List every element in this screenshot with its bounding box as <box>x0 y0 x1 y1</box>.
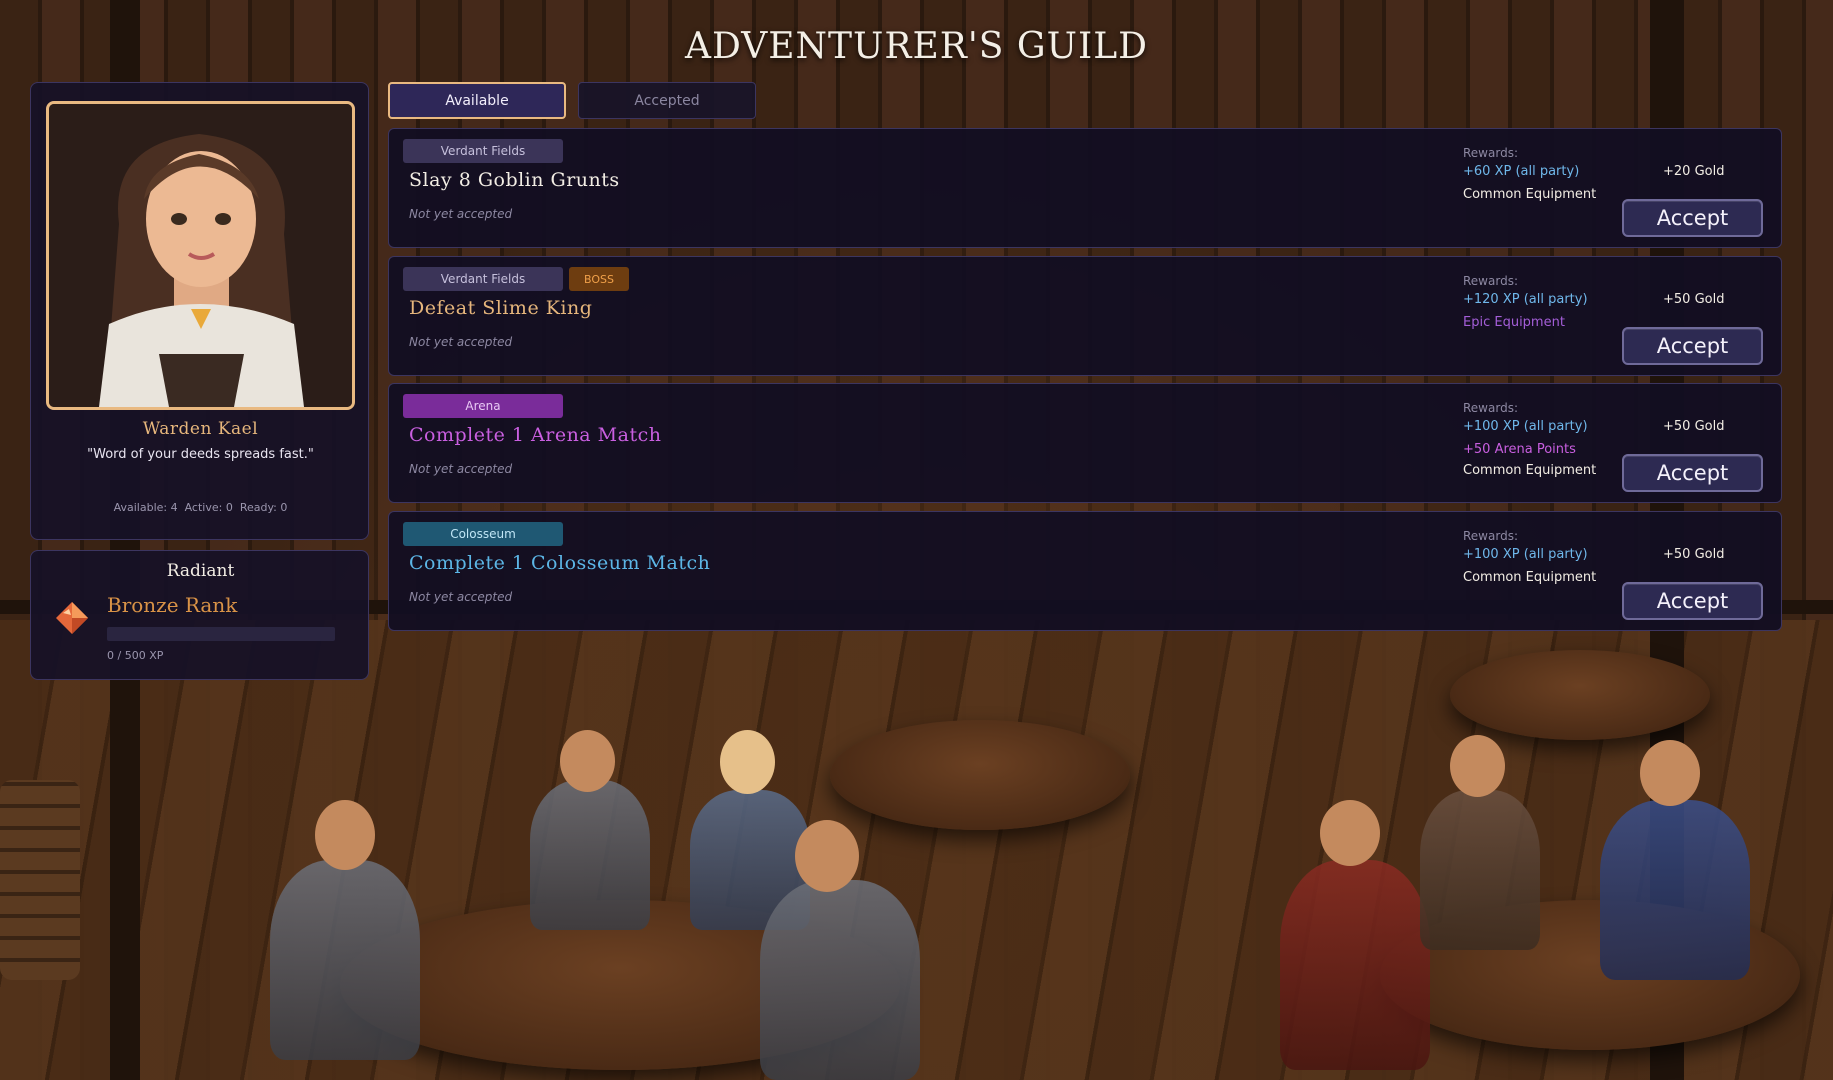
reward-arena-points: +50 Arena Points <box>1463 442 1576 457</box>
reward-xp: +60 XP (all party) <box>1463 164 1580 179</box>
rewards-label: Rewards: <box>1463 274 1518 288</box>
quest-title: Complete 1 Arena Match <box>409 424 662 446</box>
boss-tag: BOSS <box>569 267 629 291</box>
tab-available[interactable]: Available <box>388 82 566 119</box>
rewards-label: Rewards: <box>1463 146 1518 160</box>
quest-card: Verdant Fields BOSS Defeat Slime King No… <box>388 256 1782 376</box>
quest-card: Colosseum Complete 1 Colosseum Match Not… <box>388 511 1782 631</box>
reward-xp: +100 XP (all party) <box>1463 419 1588 434</box>
quest-title: Complete 1 Colosseum Match <box>409 552 711 574</box>
npc-name: Warden Kael <box>142 419 259 439</box>
npc-portrait <box>46 101 355 410</box>
patron-figure <box>1600 800 1750 980</box>
arena-tag: Arena <box>403 394 563 418</box>
quest-title: Defeat Slime King <box>409 297 593 319</box>
rewards-label: Rewards: <box>1463 401 1518 415</box>
quest-card: Verdant Fields Slay 8 Goblin Grunts Not … <box>388 128 1782 248</box>
rewards-label: Rewards: <box>1463 529 1518 543</box>
rank-progress-bar <box>107 627 335 641</box>
reward-gold: +20 Gold <box>1663 164 1725 179</box>
quest-status: Not yet accepted <box>409 207 513 221</box>
reward-gold: +50 Gold <box>1663 419 1725 434</box>
region-tag: Verdant Fields <box>403 139 563 163</box>
patron-head <box>1320 800 1380 866</box>
patron-figure <box>1280 860 1430 1070</box>
patron-head <box>560 730 615 792</box>
npc-portrait-art <box>49 104 352 407</box>
patron-head <box>1450 735 1505 797</box>
patron-head <box>720 730 775 794</box>
reward-xp: +120 XP (all party) <box>1463 292 1588 307</box>
accept-button[interactable]: Accept <box>1622 454 1763 492</box>
quest-title: Slay 8 Goblin Grunts <box>409 169 620 191</box>
reward-item: Common Equipment <box>1463 570 1597 585</box>
patron-head <box>1640 740 1700 806</box>
reward-item: Common Equipment <box>1463 463 1597 478</box>
tavern-table <box>830 720 1130 830</box>
rank-xp-text: 0 / 500 XP <box>107 649 164 662</box>
rank-title: Radiant <box>166 561 235 581</box>
quest-card: Arena Complete 1 Arena Match Not yet acc… <box>388 383 1782 503</box>
reward-xp: +100 XP (all party) <box>1463 547 1588 562</box>
patron-figure <box>530 780 650 930</box>
accept-button[interactable]: Accept <box>1622 582 1763 620</box>
tavern-table <box>1450 650 1710 740</box>
accept-button[interactable]: Accept <box>1622 199 1763 237</box>
quest-status: Not yet accepted <box>409 590 513 604</box>
page-title: ADVENTURER'S GUILD <box>685 26 1148 67</box>
patron-figure <box>760 880 920 1080</box>
colosseum-tag: Colosseum <box>403 522 563 546</box>
reward-item: Epic Equipment <box>1463 315 1565 330</box>
reward-gold: +50 Gold <box>1663 292 1725 307</box>
patron-head <box>795 820 859 892</box>
quest-status: Not yet accepted <box>409 462 513 476</box>
barrel <box>0 780 80 980</box>
quest-status: Not yet accepted <box>409 335 513 349</box>
npc-panel: Warden Kael "Word of your deeds spreads … <box>30 82 369 540</box>
rank-name: Bronze Rank <box>107 593 238 617</box>
patron-figure <box>270 860 420 1060</box>
reward-gold: +50 Gold <box>1663 547 1725 562</box>
patron-figure <box>1420 790 1540 950</box>
reward-item: Common Equipment <box>1463 187 1597 202</box>
rank-panel: Radiant Bronze Rank 0 / 500 XP <box>30 550 369 680</box>
accept-button[interactable]: Accept <box>1622 327 1763 365</box>
orange-gem-icon <box>56 602 88 634</box>
quest-stats: Available: 4 Active: 0 Ready: 0 <box>113 501 288 514</box>
region-tag: Verdant Fields <box>403 267 563 291</box>
tab-accepted[interactable]: Accepted <box>578 82 756 119</box>
npc-quote: "Word of your deeds spreads fast." <box>87 447 314 462</box>
patron-head <box>315 800 375 870</box>
